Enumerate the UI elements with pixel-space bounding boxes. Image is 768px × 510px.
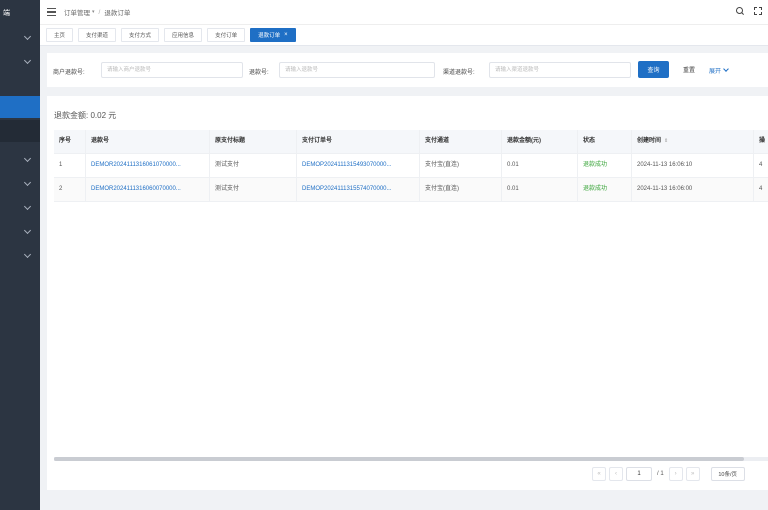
expand-label: 展开 (709, 69, 722, 75)
cell-amount: 0.01 (502, 154, 578, 177)
table-header-row: 序号 退款号 原支付标题 支付订单号 支付通道 退款金额(元) 状态 创建时间 ⇕… (54, 130, 768, 154)
cell-channel: 支付宝(直连) (420, 154, 502, 177)
sidebar-item-refund-order[interactable] (0, 96, 40, 118)
search-icon[interactable] (736, 7, 744, 15)
breadcrumb: 订单管理 ▾ / 退款订单 (64, 7, 131, 18)
next-page-button[interactable]: › (668, 467, 683, 481)
page-number-input[interactable]: 1 (626, 467, 652, 481)
column-header: 退款号 (86, 130, 210, 153)
pagination: « ‹ 1 / 1 › » 10条/页 (592, 467, 745, 481)
tab-pay-method[interactable]: 支付方式 (121, 28, 160, 42)
merchant-refund-no-input[interactable]: 请输入商户退款号 (101, 62, 243, 78)
column-header: 操 (759, 138, 766, 144)
cell-action[interactable]: 4 (754, 178, 768, 201)
cell-pay-order-link[interactable]: DEMOP2024111315493070000... (297, 154, 420, 177)
cell-action[interactable]: 4 (754, 154, 768, 177)
page-size-select[interactable]: 10条/页 (710, 467, 745, 481)
sort-icon[interactable]: ⇕ (664, 130, 668, 153)
chevron-down-icon (23, 56, 32, 65)
tab-pay-channel[interactable]: 支付渠道 (78, 28, 117, 42)
cell-channel: 支付宝(直连) (420, 178, 502, 201)
sidebar-item-8[interactable] (0, 220, 40, 242)
tab-label: 支付订单 (215, 33, 238, 39)
tags-view-bar: 主页 支付渠道 支付方式 应用信息 支付订单 退款订单 × (40, 24, 768, 46)
main-content: 退款金额: 0.02 元 序号 退款号 原支付标题 支付订单号 支付通道 退款金… (47, 96, 768, 490)
cell-pay-order-link[interactable]: DEMOP2024111315574070000... (297, 178, 420, 201)
column-header: 支付订单号 (297, 130, 420, 153)
cell-created-time: 2024-11-13 16:06:00 (632, 178, 754, 201)
cell-refund-no-link[interactable]: DEMOR2024111316060070000... (86, 178, 210, 201)
tab-home[interactable]: 主页 (46, 28, 74, 42)
cell-index: 1 (54, 154, 86, 177)
tab-refund-order[interactable]: 退款订单 × (250, 28, 296, 42)
top-header: 订单管理 ▾ / 退款订单 (40, 0, 768, 24)
tab-app-info[interactable]: 应用信息 (164, 28, 203, 42)
query-button[interactable]: 查询 (638, 61, 669, 78)
cell-index: 2 (54, 178, 86, 201)
column-header: 序号 (54, 130, 86, 153)
expand-button[interactable]: 展开 (709, 66, 729, 75)
breadcrumb-item-current: 退款订单 (104, 10, 131, 17)
fullscreen-icon[interactable] (754, 7, 762, 15)
tab-label: 支付方式 (129, 33, 152, 39)
search-form: 商户退款号: 请输入商户退款号 退款号: 请输入退款号 渠道退款号: 请输入渠道… (47, 53, 768, 87)
tab-pay-order[interactable]: 支付订单 (207, 28, 246, 42)
cell-refund-no-link[interactable]: DEMOR2024111316061070000... (86, 154, 210, 177)
cell-title: 测试支付 (210, 154, 297, 177)
chevron-down-icon (23, 154, 32, 163)
sidebar: 端 (0, 0, 40, 510)
sidebar-item-1[interactable] (0, 26, 40, 48)
table-row: 1 DEMOR2024111316061070000... 测试支付 DEMOP… (54, 154, 768, 178)
menu-toggle-icon[interactable] (47, 8, 56, 16)
reset-button[interactable]: 重置 (678, 61, 700, 78)
merchant-refund-no-label: 商户退款号: (53, 70, 85, 76)
horizontal-scrollbar[interactable] (54, 457, 768, 461)
tab-label: 支付渠道 (86, 33, 109, 39)
refund-amount-summary: 退款金额: 0.02 元 (54, 111, 117, 120)
refund-table: 序号 退款号 原支付标题 支付订单号 支付通道 退款金额(元) 状态 创建时间 ⇕… (54, 130, 768, 202)
table-row: 2 DEMOR2024111316060070000... 测试支付 DEMOP… (54, 178, 768, 202)
chevron-down-icon (23, 226, 32, 235)
column-header: 支付通道 (420, 130, 502, 153)
channel-refund-no-label: 渠道退款号: (443, 70, 475, 76)
chevron-down-icon (23, 250, 32, 259)
status-badge: 退款成功 (578, 178, 632, 201)
status-badge: 退款成功 (578, 154, 632, 177)
chevron-down-icon: ▾ (92, 9, 95, 15)
app-logo-text: 端 (3, 10, 10, 17)
chevron-down-icon (23, 178, 32, 187)
breadcrumb-item-parent[interactable]: 订单管理 (64, 7, 90, 17)
cell-title: 测试支付 (210, 178, 297, 201)
tab-label: 应用信息 (172, 33, 195, 39)
chevron-down-icon (723, 66, 729, 72)
column-header: 原支付标题 (210, 130, 297, 153)
refund-no-input[interactable]: 请输入退款号 (279, 62, 435, 78)
page-total: / 1 (657, 471, 664, 477)
sidebar-item-4[interactable] (0, 120, 40, 142)
column-header-created-time[interactable]: 创建时间 ⇕ (632, 130, 754, 153)
sidebar-item-5[interactable] (0, 148, 40, 170)
sidebar-item-9[interactable] (0, 244, 40, 266)
first-page-button[interactable]: « (592, 467, 606, 481)
close-icon[interactable]: × (284, 32, 288, 38)
column-header: 退款金额(元) (502, 130, 578, 153)
cell-amount: 0.01 (502, 178, 578, 201)
sidebar-item-2[interactable] (0, 50, 40, 72)
channel-refund-no-input[interactable]: 请输入渠道退款号 (489, 62, 631, 78)
tab-label: 退款订单 (258, 33, 281, 39)
scrollbar-thumb[interactable] (54, 457, 744, 461)
sidebar-item-6[interactable] (0, 172, 40, 194)
chevron-down-icon (23, 32, 32, 41)
footer-strip (40, 490, 768, 510)
breadcrumb-separator: / (98, 8, 101, 16)
cell-created-time: 2024-11-13 16:06:10 (632, 154, 754, 177)
last-page-button[interactable]: » (685, 467, 700, 481)
sidebar-item-7[interactable] (0, 196, 40, 218)
prev-page-button[interactable]: ‹ (609, 467, 623, 481)
chevron-down-icon (23, 202, 32, 211)
column-header: 状态 (578, 130, 632, 153)
refund-no-label: 退款号: (249, 70, 269, 76)
tab-label: 主页 (54, 33, 66, 39)
column-header-label: 创建时间 (637, 138, 662, 144)
